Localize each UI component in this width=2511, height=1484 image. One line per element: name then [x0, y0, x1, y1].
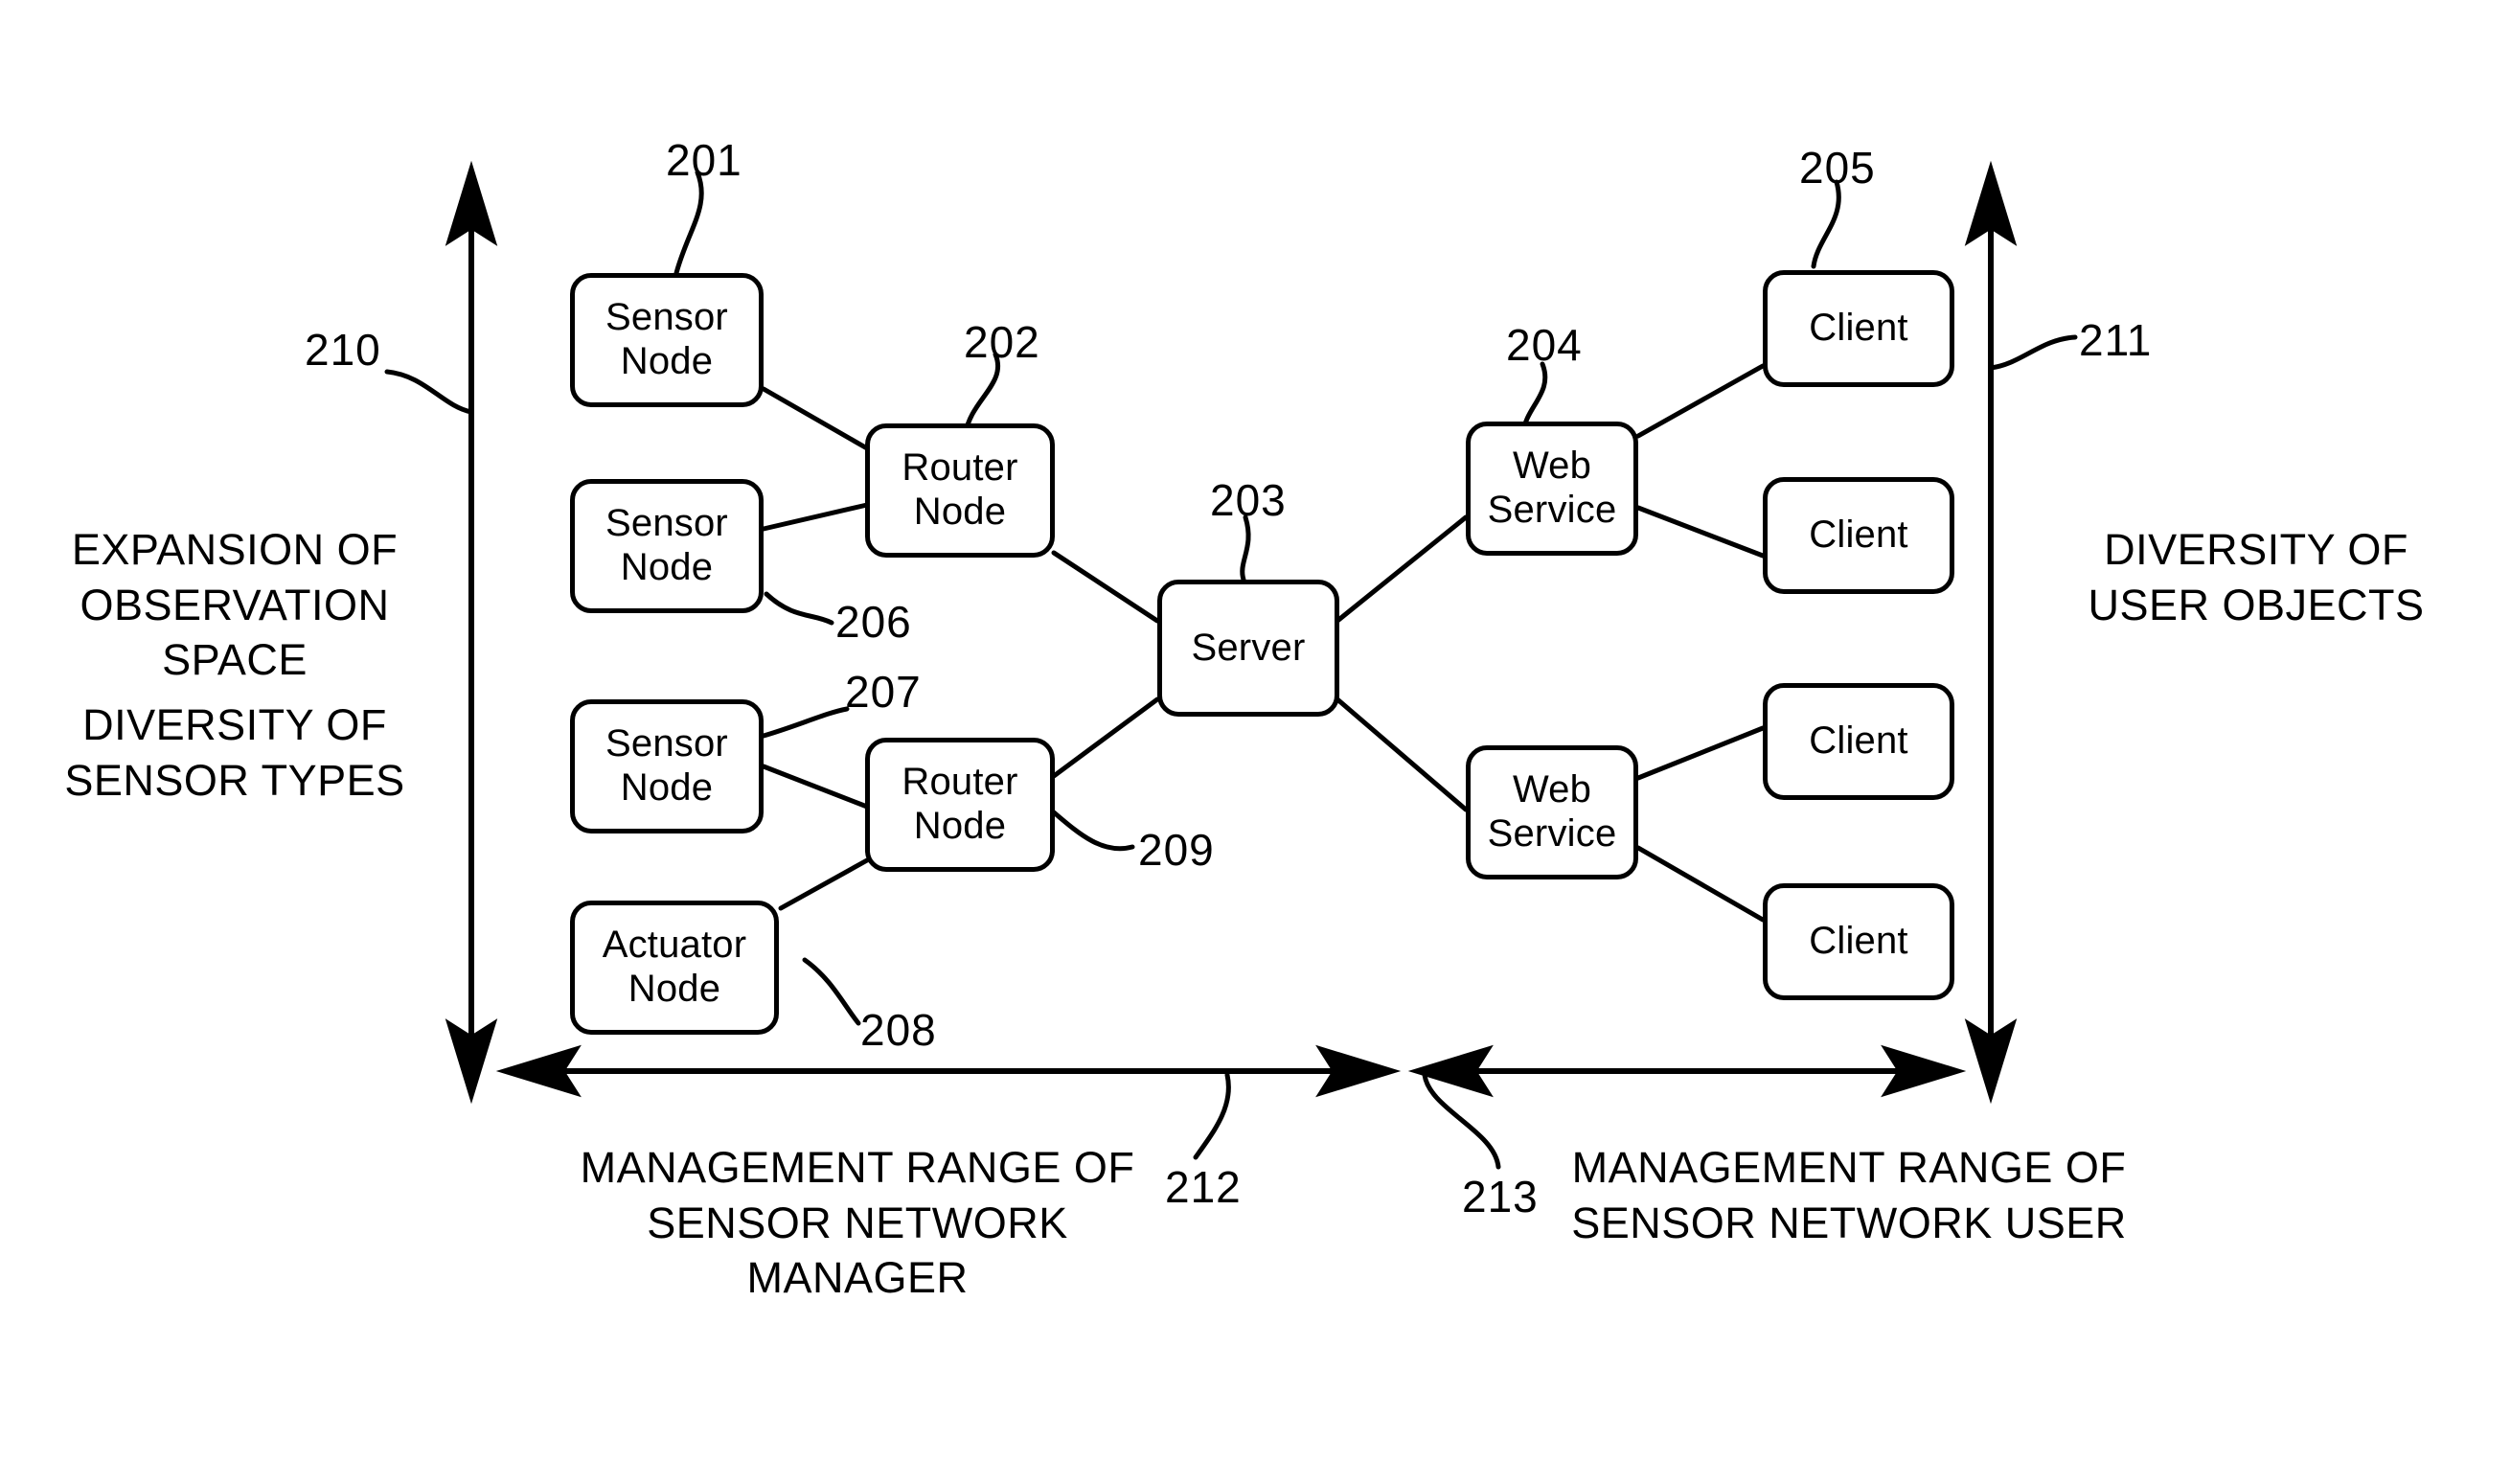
- link-sensor1-router1: [761, 386, 870, 451]
- figure-canvas: Sensor Node Sensor Node Sensor Node Actu…: [0, 0, 2511, 1484]
- link-router2-server: [1051, 696, 1160, 779]
- node-label-line2: Node: [913, 491, 1007, 533]
- reference-numeral-209: 209: [1138, 825, 1215, 875]
- node-label-line1: Web: [1512, 445, 1592, 488]
- left-axis-arrowhead-up: [445, 160, 498, 246]
- node-sensor-node-207[interactable]: Sensor Node: [570, 699, 764, 833]
- node-client-205[interactable]: Client: [1763, 270, 1954, 387]
- link-webservice2-client3: [1635, 725, 1766, 781]
- bottom-right-arrowhead-right: [1881, 1044, 1967, 1098]
- leader-208: [802, 957, 861, 1026]
- node-label-line2: Node: [620, 766, 714, 809]
- reference-numeral-204: 204: [1506, 320, 1583, 370]
- node-web-service-2[interactable]: Web Service: [1466, 745, 1638, 879]
- right-axis-arrowhead-down: [1964, 1018, 2018, 1105]
- link-server-webservice1: [1335, 514, 1469, 624]
- node-label-line1: Router: [902, 446, 1018, 490]
- left-axis-arrowhead-down: [445, 1018, 498, 1105]
- leader-209: [1051, 810, 1135, 852]
- node-label-line1: Router: [902, 761, 1018, 804]
- caption-management-range-of-sensor-network-manager: MANAGEMENT RANGE OF SENSOR NETWORK MANAG…: [580, 1143, 1135, 1303]
- link-actuator-router2: [778, 857, 870, 911]
- leader-212: [1193, 1072, 1231, 1160]
- leader-207: [761, 706, 850, 739]
- caption-diversity-of-user-objects: DIVERSITY OF USER OBJECTS: [2088, 525, 2425, 629]
- node-sensor-node-201[interactable]: Sensor Node: [570, 273, 764, 407]
- bottom-left-arrowhead-right: [1315, 1044, 1402, 1098]
- reference-numeral-201: 201: [666, 135, 742, 185]
- reference-numeral-206: 206: [835, 597, 912, 647]
- node-label-line2: Node: [620, 546, 714, 588]
- reference-numeral-208: 208: [860, 1005, 937, 1055]
- reference-numeral-202: 202: [964, 317, 1040, 367]
- caption-expansion-of-observation-space: EXPANSION OF OBSERVATION SPACE: [71, 525, 399, 685]
- link-webservice2-client4: [1635, 845, 1766, 923]
- node-label-line2: Node: [628, 968, 721, 1010]
- node-label: Client: [1809, 514, 1908, 557]
- leader-201: [673, 170, 704, 276]
- node-client-4[interactable]: Client: [1763, 883, 1954, 1000]
- reference-numeral-210: 210: [305, 325, 381, 375]
- node-label: Client: [1809, 719, 1908, 763]
- node-client-3[interactable]: Client: [1763, 683, 1954, 800]
- reference-numeral-207: 207: [845, 667, 922, 717]
- node-label: Client: [1809, 920, 1908, 963]
- caption-diversity-of-sensor-types: DIVERSITY OF SENSOR TYPES: [64, 700, 405, 805]
- node-label-line1: Sensor: [605, 296, 728, 339]
- node-server-203[interactable]: Server: [1157, 580, 1339, 717]
- right-axis-arrowhead-up: [1964, 160, 2018, 246]
- leader-203: [1240, 514, 1251, 582]
- reference-numeral-203: 203: [1210, 475, 1287, 525]
- node-router-node-209[interactable]: Router Node: [865, 738, 1055, 872]
- node-client-2[interactable]: Client: [1763, 477, 1954, 594]
- node-sensor-node-206[interactable]: Sensor Node: [570, 479, 764, 613]
- node-label-line2: Service: [1487, 489, 1617, 531]
- node-web-service-204[interactable]: Web Service: [1466, 422, 1638, 556]
- bottom-left-arrowhead-left: [495, 1044, 582, 1098]
- reference-numeral-213: 213: [1462, 1172, 1539, 1221]
- leader-205: [1811, 179, 1841, 269]
- node-label-line2: Node: [620, 340, 714, 382]
- link-webservice1-client2: [1635, 505, 1766, 559]
- node-label-line1: Sensor: [605, 502, 728, 545]
- node-actuator-node-208[interactable]: Actuator Node: [570, 901, 779, 1035]
- reference-numeral-211: 211: [2079, 315, 2153, 365]
- node-label-line1: Actuator: [602, 924, 747, 967]
- leader-206: [764, 591, 834, 626]
- link-server-webservice2: [1335, 696, 1469, 812]
- node-label-line1: Sensor: [605, 722, 728, 765]
- node-label-line2: Node: [913, 805, 1007, 847]
- link-router1-server: [1051, 550, 1160, 624]
- node-router-node-202[interactable]: Router Node: [865, 423, 1055, 558]
- reference-numeral-205: 205: [1799, 143, 1876, 193]
- leader-211: [1988, 334, 2078, 371]
- node-label-line2: Service: [1487, 812, 1617, 855]
- link-sensor3-router2: [761, 764, 870, 810]
- node-label: Client: [1809, 307, 1908, 350]
- node-label: Server: [1191, 626, 1306, 669]
- caption-management-range-of-sensor-network-user: MANAGEMENT RANGE OF SENSOR NETWORK USER: [1571, 1143, 2127, 1247]
- link-sensor2-router1: [761, 502, 870, 532]
- node-label-line1: Web: [1512, 768, 1592, 811]
- leader-210: [384, 369, 474, 415]
- link-webservice1-client1: [1635, 363, 1766, 439]
